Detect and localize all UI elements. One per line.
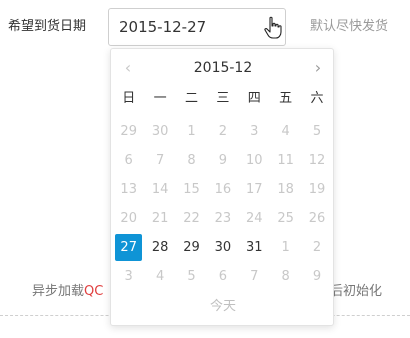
calendar-day[interactable]: 2	[301, 233, 332, 262]
page: 希望到货日期 2015-12-27 默认尽快发货 异步加载QC 后初始化 ‹ 2…	[0, 0, 410, 338]
calendar-day[interactable]: 24	[239, 204, 270, 233]
weekday-header: 六	[310, 91, 324, 106]
calendar-day[interactable]: 9	[301, 262, 332, 291]
calendar-week-row: 20 21 22 23 24 25 26	[113, 204, 333, 233]
calendar-day[interactable]: 31	[239, 233, 270, 262]
calendar-day[interactable]: 12	[301, 146, 332, 175]
calendar-day[interactable]: 1	[270, 233, 301, 262]
calendar-day[interactable]: 4	[270, 117, 301, 146]
delivery-date-label: 希望到货日期	[8, 19, 87, 34]
calendar-day[interactable]: 5	[301, 117, 332, 146]
calendar-day[interactable]: 21	[144, 204, 175, 233]
calendar-day[interactable]: 11	[270, 146, 301, 175]
delivery-hint-text: 默认尽快发货	[310, 19, 389, 34]
calendar-day[interactable]: 26	[301, 204, 332, 233]
weekday-header: 四	[247, 91, 261, 106]
calendar-day[interactable]: 29	[113, 117, 144, 146]
calendar-day[interactable]: 7	[239, 262, 270, 291]
calendar-day[interactable]: 25	[270, 204, 301, 233]
next-month-chevron-icon[interactable]: ›	[307, 57, 329, 79]
calendar-day[interactable]: 8	[270, 262, 301, 291]
today-button[interactable]: 今天	[111, 297, 335, 317]
background-text-prefix: 异步加载	[32, 284, 85, 299]
background-text-right: 后初始化	[330, 284, 383, 299]
calendar-month-title: 2015-12	[193, 60, 253, 76]
calendar-day[interactable]: 8	[176, 146, 207, 175]
calendar-day-selected[interactable]: 27	[115, 234, 143, 261]
calendar-day[interactable]: 30	[207, 233, 238, 262]
calendar-week-row: 27 28 29 30 31 1 2	[113, 233, 333, 262]
calendar-week-row: 6 7 8 9 10 11 12	[113, 146, 333, 175]
calendar-header: ‹ 2015-12 ›	[111, 57, 335, 79]
calendar-day[interactable]: 7	[144, 146, 175, 175]
calendar-day[interactable]: 6	[113, 146, 144, 175]
date-picker-popup: ‹ 2015-12 › 日一二三四五六 29 30 1 2 3 4 5 6 7 8 9 10 11 12 1…	[110, 48, 334, 326]
calendar-day[interactable]: 10	[239, 146, 270, 175]
calendar-day[interactable]: 5	[176, 262, 207, 291]
calendar-week-row: 3456789	[113, 262, 333, 291]
calendar-day[interactable]: 2	[207, 117, 238, 146]
date-input-value: 2015-12-27	[119, 18, 207, 36]
calendar-day[interactable]: 13	[113, 175, 144, 204]
weekday-header: 日	[122, 91, 136, 106]
calendar-week-row: 13 14 15 16 17 18 19	[113, 175, 333, 204]
calendar-day[interactable]: 29	[176, 233, 207, 262]
calendar-day-grid: 29 30 1 2 3 4 5 6 7 8 9 10 11 12 13 14 15 16 17 18 19 20 21 22 2…	[113, 117, 333, 291]
calendar-day[interactable]: 6	[207, 262, 238, 291]
delivery-date-input[interactable]: 2015-12-27	[108, 8, 286, 46]
calendar-day[interactable]: 22	[176, 204, 207, 233]
calendar-day[interactable]: 28	[144, 233, 175, 262]
calendar-weekday-row: 日一二三四五六	[113, 89, 333, 109]
weekday-header: 三	[216, 91, 230, 106]
calendar-day[interactable]: 3	[239, 117, 270, 146]
hand-pointer-cursor-icon	[264, 16, 282, 39]
calendar-day[interactable]: 1	[176, 117, 207, 146]
weekday-header: 五	[279, 91, 293, 106]
calendar-day[interactable]: 3	[113, 262, 144, 291]
weekday-header: 二	[184, 91, 198, 106]
calendar-day[interactable]: 15	[176, 175, 207, 204]
calendar-week-row: 29 30 1 2 3 4 5	[113, 117, 333, 146]
calendar-day[interactable]: 16	[207, 175, 238, 204]
calendar-day[interactable]: 20	[113, 204, 144, 233]
calendar-day[interactable]: 17	[239, 175, 270, 204]
calendar-day[interactable]: 30	[144, 117, 175, 146]
weekday-header: 一	[153, 91, 167, 106]
calendar-day[interactable]: 4	[144, 262, 175, 291]
calendar-day[interactable]: 19	[301, 175, 332, 204]
background-text-left: 异步加载QC	[32, 282, 103, 302]
calendar-day[interactable]: 18	[270, 175, 301, 204]
background-text-highlight: QC	[84, 284, 104, 299]
calendar-day[interactable]: 9	[207, 146, 238, 175]
calendar-day[interactable]: 14	[144, 175, 175, 204]
calendar-day[interactable]: 23	[207, 204, 238, 233]
